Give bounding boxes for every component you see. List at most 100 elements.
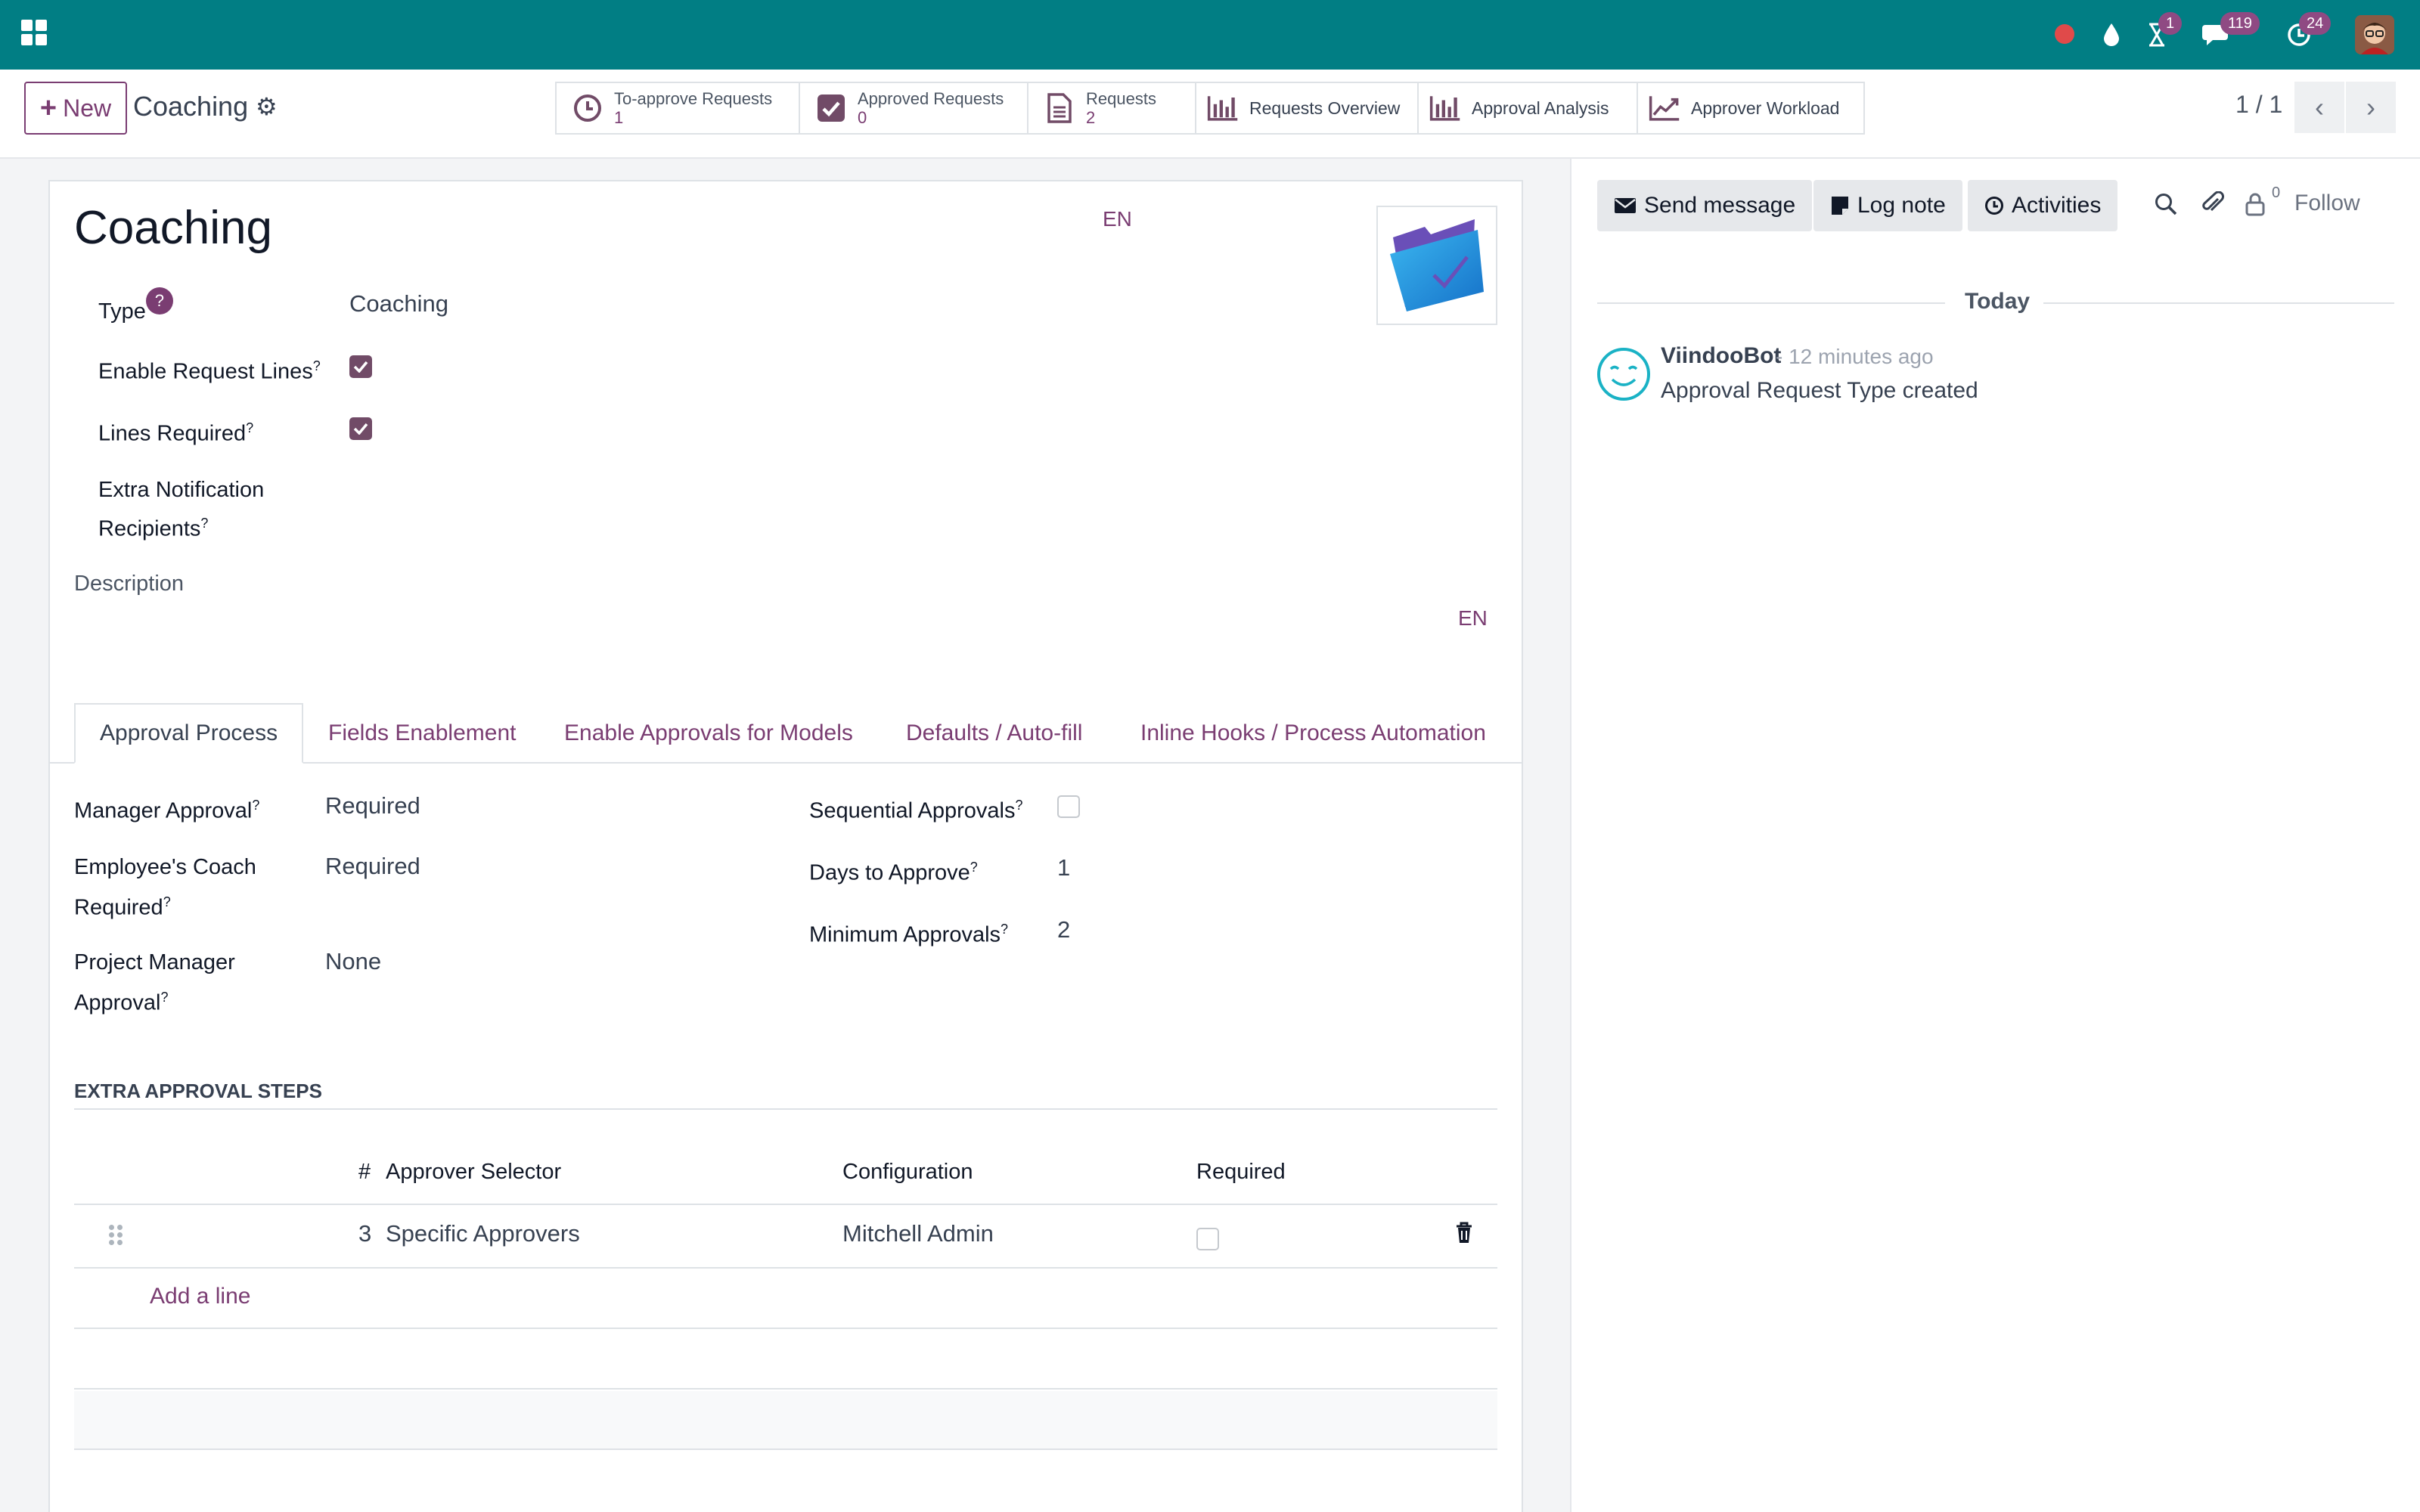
smart-label: Approver Workload [1691, 98, 1840, 118]
extra-approval-steps-title: EXTRA APPROVAL STEPS [74, 1080, 322, 1102]
trash-icon[interactable] [1455, 1222, 1473, 1248]
days-to-approve-label: Days to Approve? [809, 860, 978, 885]
row-divider [74, 1267, 1497, 1269]
requests-overview-button[interactable]: Requests Overview [1195, 82, 1419, 135]
followers-count: 0 [2272, 184, 2281, 201]
clock-icon [572, 92, 603, 124]
drop-icon[interactable] [2095, 18, 2128, 51]
row-divider [74, 1328, 1497, 1329]
send-message-button[interactable]: Send message [1597, 180, 1813, 231]
smart-label: Approved Requests [858, 89, 1004, 108]
log-note-button[interactable]: Log note [1813, 180, 1962, 231]
smart-value: 1 [614, 108, 624, 127]
message-author[interactable]: ViindooBot [1661, 343, 1781, 369]
column-number[interactable]: # [358, 1160, 371, 1185]
message-time: - 12 minutes ago [1776, 345, 1934, 368]
tab-fields-enablement[interactable]: Fields Enablement [328, 703, 516, 764]
minimum-approvals-label: Minimum Approvals? [809, 922, 1009, 947]
approval-analysis-button[interactable]: Approval Analysis [1417, 82, 1638, 135]
paperclip-icon[interactable] [2199, 191, 2226, 218]
smart-label: To-approve Requests [614, 89, 773, 108]
help-icon[interactable]: ? [145, 287, 173, 314]
activities-button[interactable]: Activities [1968, 180, 2118, 231]
date-divider-label: Today [1965, 289, 2031, 314]
lines-required-label: Lines Required? [98, 420, 254, 446]
new-button[interactable]: + New [24, 82, 127, 135]
recording-icon[interactable] [2055, 24, 2074, 44]
manager-approval-label: Manager Approval? [74, 798, 260, 823]
control-panel: + New Coaching ⚙ To-approve Requests 1 Ap… [0, 70, 2420, 159]
column-configuration[interactable]: Configuration [842, 1160, 973, 1185]
manager-approval-value[interactable]: Required [325, 792, 420, 820]
record-image[interactable] [1376, 206, 1497, 325]
smart-label: Approval Analysis [1472, 98, 1609, 118]
column-approver-selector[interactable]: Approver Selector [386, 1160, 561, 1185]
extra-recipients-label: Extra Notification Recipients? [98, 478, 265, 541]
column-required[interactable]: Required [1196, 1160, 1286, 1185]
search-icon[interactable] [2152, 191, 2180, 218]
minimum-approvals-value[interactable]: 2 [1057, 916, 1070, 943]
tab-inline-hooks[interactable]: Inline Hooks / Process Automation [1140, 703, 1486, 764]
row-number: 3 [358, 1220, 372, 1247]
sequential-approvals-checkbox[interactable] [1057, 795, 1080, 818]
coach-required-value[interactable]: Required [325, 853, 420, 880]
folder-check-icon [1390, 219, 1484, 311]
enable-request-lines-checkbox[interactable] [349, 355, 372, 378]
section-divider [74, 1108, 1497, 1110]
pager-value[interactable]: 1 / 1 [2235, 91, 2282, 119]
tab-enable-approvals-for-models[interactable]: Enable Approvals for Models [564, 703, 853, 764]
add-line-link[interactable]: Add a line [150, 1284, 250, 1309]
new-button-label: New [63, 94, 112, 122]
gear-icon[interactable]: ⚙ [256, 92, 278, 121]
row-configuration[interactable]: Mitchell Admin [842, 1220, 994, 1247]
approver-workload-button[interactable]: Approver Workload [1637, 82, 1865, 135]
description-label: Description [74, 572, 185, 596]
apps-menu-icon[interactable] [21, 20, 48, 47]
drag-handle-icon[interactable] [107, 1223, 126, 1247]
message-body: Approval Request Type created [1661, 378, 1978, 403]
row-required-checkbox[interactable] [1196, 1228, 1219, 1250]
bot-avatar-icon [1596, 346, 1652, 402]
smart-value: 2 [1086, 108, 1096, 127]
activity-badge: 1 [2158, 12, 2183, 35]
clock-icon [1985, 197, 2003, 215]
smart-label: Requests Overview [1249, 98, 1401, 118]
approved-requests-button[interactable]: Approved Requests 0 [799, 82, 1028, 135]
line-chart-icon [1649, 92, 1680, 124]
title-lang-button[interactable]: EN [1103, 207, 1132, 231]
tab-approval-process[interactable]: Approval Process [74, 703, 304, 764]
follow-button[interactable]: Follow [2294, 191, 2360, 216]
project-manager-value[interactable]: None [325, 948, 381, 975]
record-title[interactable]: Coaching [74, 201, 272, 255]
row-approver-selector[interactable]: Specific Approvers [386, 1220, 580, 1247]
previous-record-button[interactable]: ‹ [2294, 82, 2344, 133]
user-avatar[interactable] [2355, 15, 2394, 54]
document-icon [1044, 92, 1075, 124]
chevron-left-icon: ‹ [2315, 91, 2324, 122]
send-message-label: Send message [1644, 193, 1796, 218]
project-manager-label: Project Manager Approval? [74, 950, 235, 1015]
sequential-approvals-label: Sequential Approvals? [809, 798, 1023, 823]
activities-label: Activities [2012, 193, 2102, 218]
tab-defaults-auto-fill[interactable]: Defaults / Auto-fill [906, 703, 1082, 764]
enable-request-lines-label: Enable Request Lines? [98, 358, 321, 384]
description-lang-button[interactable]: EN [1458, 606, 1488, 631]
check-square-icon [815, 92, 847, 124]
bar-chart-icon [1207, 92, 1239, 124]
date-divider-line [1597, 302, 1945, 304]
days-to-approve-value[interactable]: 1 [1057, 854, 1070, 881]
row-divider [74, 1448, 1497, 1450]
notifications-badge: 24 [2299, 12, 2332, 35]
next-record-button[interactable]: › [2346, 82, 2396, 133]
bar-chart-icon [1429, 92, 1461, 124]
top-navbar: 1 119 24 [0, 0, 2420, 70]
lines-required-checkbox[interactable] [349, 417, 372, 440]
coach-required-label: Employee's Coach Required? [74, 855, 256, 920]
lock-icon[interactable] [2242, 191, 2269, 218]
smart-label: Requests [1086, 89, 1156, 108]
type-value[interactable]: Coaching [349, 290, 448, 318]
requests-button[interactable]: Requests 2 [1027, 82, 1196, 135]
chevron-right-icon: › [2366, 91, 2375, 122]
breadcrumb: Coaching [133, 91, 249, 122]
to-approve-requests-button[interactable]: To-approve Requests 1 [555, 82, 800, 135]
